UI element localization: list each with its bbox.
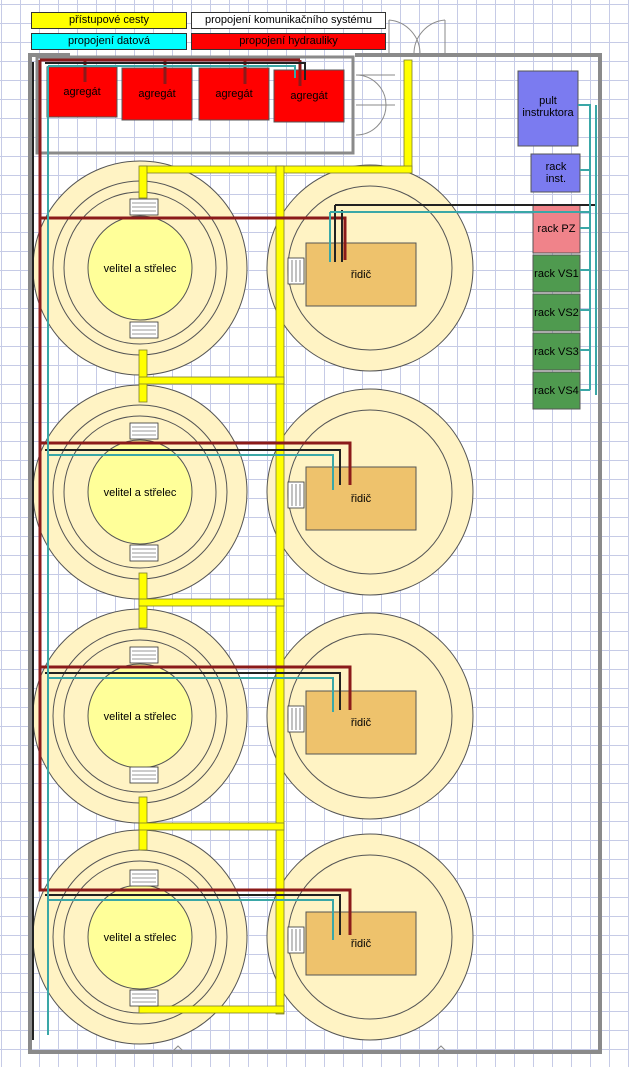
commander-label-4: velitel a střelec bbox=[103, 932, 177, 944]
rack-vs3-label: rack VS3 bbox=[534, 345, 579, 358]
rack-vs2-label: rack VS2 bbox=[534, 306, 579, 319]
entrance-door bbox=[388, 19, 446, 56]
driver-label-2: řidič bbox=[350, 492, 372, 505]
commander-label-2: velitel a střelec bbox=[103, 487, 177, 499]
rack-vs4-label: rack VS4 bbox=[534, 384, 579, 397]
floor-plan bbox=[28, 19, 602, 1054]
aggregate-label-1: agregát bbox=[63, 86, 101, 98]
aggregate-label-3: agregát bbox=[215, 88, 253, 100]
aggregate-label-4: agregát bbox=[290, 90, 328, 102]
rack-inst-label: rack inst. bbox=[545, 161, 567, 185]
commander-label-3: velitel a střelec bbox=[103, 711, 177, 723]
aggregate-label-2: agregát bbox=[138, 88, 176, 100]
driver-label-4: řidič bbox=[350, 937, 372, 950]
instructor-console-label: pult instruktora bbox=[522, 95, 574, 119]
driver-label-3: řidič bbox=[350, 716, 372, 729]
commander-label-1: velitel a střelec bbox=[103, 263, 177, 275]
driver-label-1: řidič bbox=[350, 268, 372, 281]
rack-vs1-label: rack VS1 bbox=[534, 267, 579, 280]
rack-pz-label: rack PZ bbox=[537, 223, 576, 235]
